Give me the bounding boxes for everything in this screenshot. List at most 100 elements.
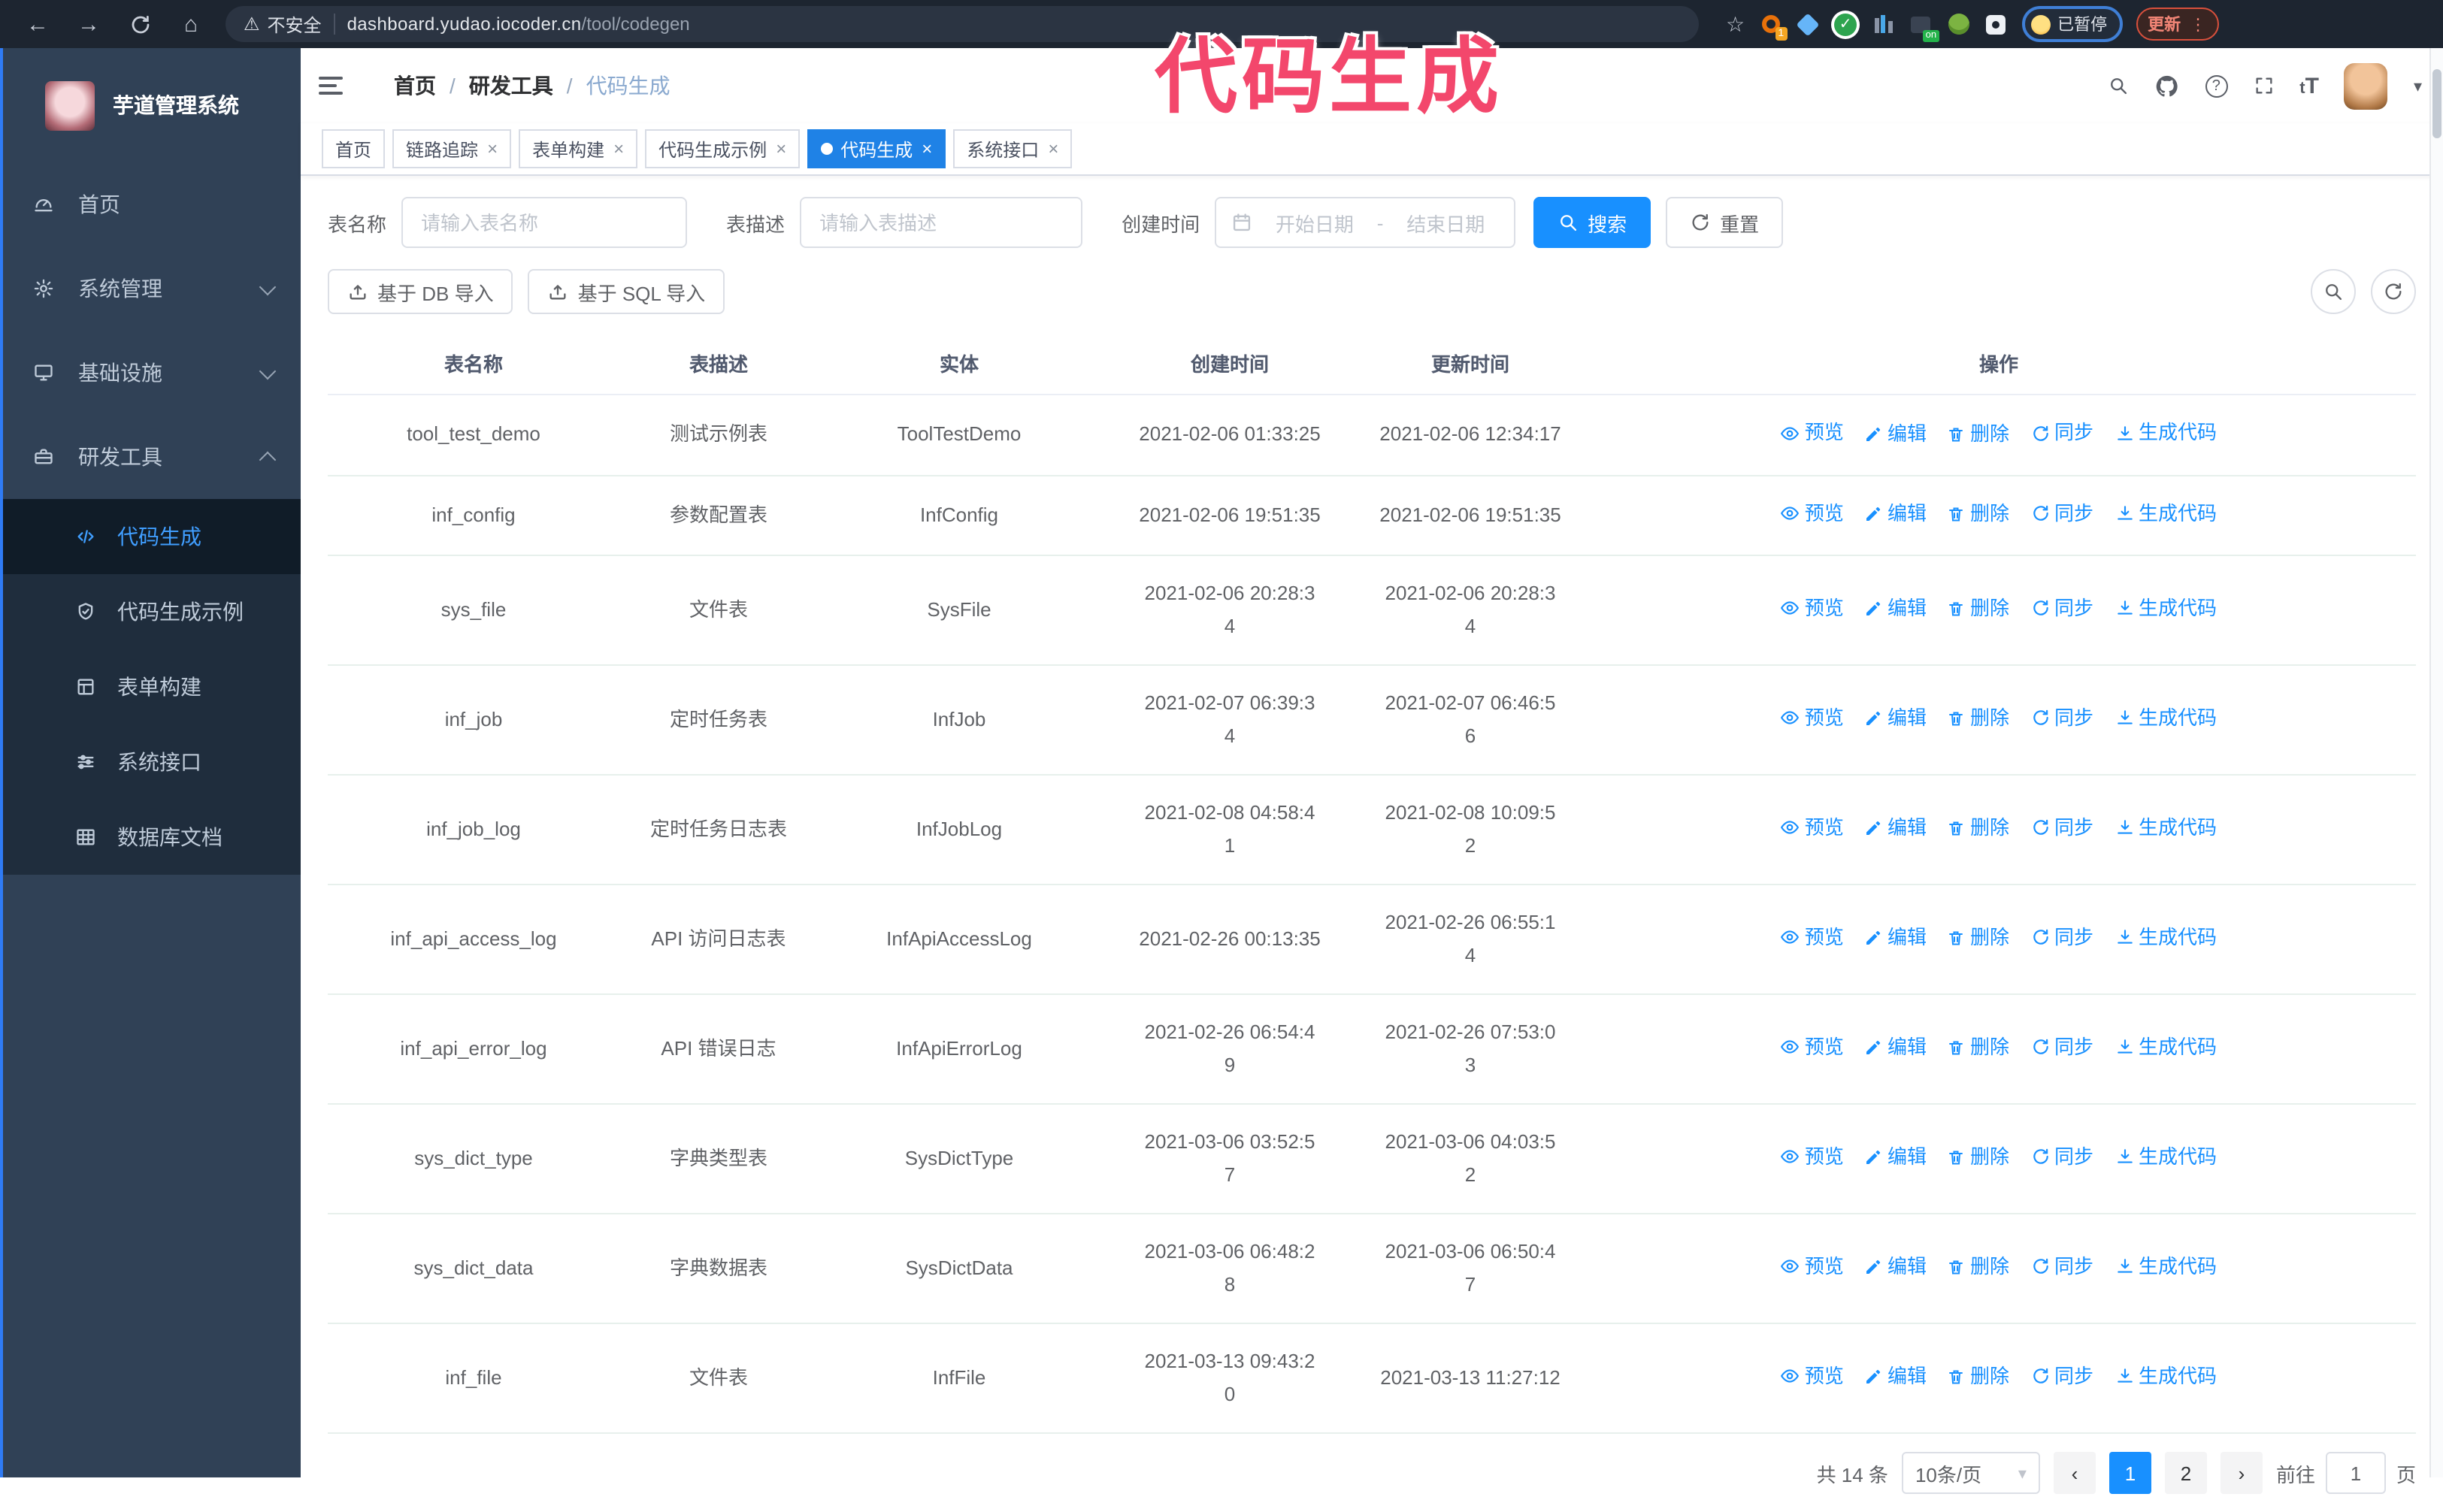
extension-orange-icon[interactable]: 1 (1758, 12, 1788, 41)
extensions-puzzle-icon[interactable] (1984, 12, 2008, 36)
preview-link[interactable]: 预览 (1781, 497, 1844, 530)
preview-link[interactable]: 预览 (1781, 921, 1844, 954)
delete-link[interactable]: 删除 (1948, 812, 2009, 845)
avatar[interactable] (2344, 62, 2388, 109)
browser-menu-icon[interactable]: ⋮ (2190, 14, 2206, 34)
generate-link[interactable]: 生成代码 (2115, 702, 2217, 735)
start-date-placeholder[interactable]: 开始日期 (1261, 208, 1368, 237)
fullscreen-icon[interactable] (2253, 75, 2274, 96)
close-icon[interactable]: × (922, 138, 932, 159)
preview-link[interactable]: 预览 (1781, 1031, 1844, 1064)
sync-link[interactable]: 同步 (2030, 1360, 2093, 1393)
extension-monkey-icon[interactable] (1946, 12, 1970, 36)
generate-link[interactable]: 生成代码 (2115, 497, 2217, 530)
reset-button[interactable]: 重置 (1666, 197, 1784, 248)
sidebar-subitem-3[interactable]: 系统接口 (0, 724, 301, 800)
breadcrumb-dev-tools[interactable]: 研发工具 (469, 71, 553, 101)
preview-link[interactable]: 预览 (1781, 592, 1844, 625)
search-icon[interactable] (2107, 75, 2128, 96)
not-secure-warning[interactable]: ⚠ 不安全 (244, 11, 322, 37)
browser-reload-icon[interactable] (117, 5, 162, 44)
edit-link[interactable]: 编辑 (1865, 922, 1927, 955)
edit-link[interactable]: 编辑 (1865, 1032, 1927, 1065)
window-scrollbar[interactable] (2429, 48, 2443, 1477)
delete-link[interactable]: 删除 (1948, 417, 2009, 450)
tab-5[interactable]: 系统接口 × (953, 129, 1073, 168)
prev-page-button[interactable]: ‹ (2053, 1452, 2096, 1494)
sync-link[interactable]: 同步 (2030, 702, 2093, 735)
edit-link[interactable]: 编辑 (1865, 812, 1927, 845)
preview-link[interactable]: 预览 (1781, 416, 1844, 449)
sync-link[interactable]: 同步 (2030, 921, 2093, 954)
browser-home-icon[interactable]: ⌂ (168, 5, 213, 44)
goto-page-input[interactable] (2325, 1452, 2386, 1494)
sync-link[interactable]: 同步 (2030, 1250, 2093, 1284)
sidebar-subitem-0[interactable]: 代码生成 (0, 499, 301, 574)
delete-link[interactable]: 删除 (1948, 922, 2009, 955)
logo-row[interactable]: 芋道管理系统 (0, 48, 301, 162)
delete-link[interactable]: 删除 (1948, 1251, 2009, 1284)
delete-link[interactable]: 删除 (1948, 703, 2009, 736)
edit-link[interactable]: 编辑 (1865, 703, 1927, 736)
preview-link[interactable]: 预览 (1781, 1141, 1844, 1174)
hamburger-icon[interactable] (319, 60, 370, 111)
search-button[interactable]: 搜索 (1533, 197, 1651, 248)
close-icon[interactable]: × (613, 138, 624, 159)
preview-link[interactable]: 预览 (1781, 812, 1844, 845)
close-icon[interactable]: × (487, 138, 498, 159)
breadcrumb-home[interactable]: 首页 (394, 71, 436, 101)
import-sql-button[interactable]: 基于 SQL 导入 (528, 269, 725, 314)
sync-link[interactable]: 同步 (2030, 1141, 2093, 1174)
generate-link[interactable]: 生成代码 (2115, 416, 2217, 449)
preview-link[interactable]: 预览 (1781, 1250, 1844, 1284)
sidebar-item-2[interactable]: 基础设施 (0, 331, 301, 415)
refresh-table-button[interactable] (2371, 269, 2416, 314)
edit-link[interactable]: 编辑 (1865, 417, 1927, 450)
extension-columns-icon[interactable] (1871, 12, 1895, 36)
generate-link[interactable]: 生成代码 (2115, 1141, 2217, 1174)
preview-link[interactable]: 预览 (1781, 1360, 1844, 1393)
page-size-select[interactable]: 10条/页 ▾ (1901, 1452, 2040, 1494)
paused-badge[interactable]: 已暂停 (2021, 6, 2123, 42)
table-desc-input[interactable] (800, 197, 1083, 248)
sidebar-subitem-4[interactable]: 数据库文档 (0, 800, 301, 875)
close-icon[interactable]: × (1048, 138, 1058, 159)
edit-link[interactable]: 编辑 (1865, 1251, 1927, 1284)
page-button-2[interactable]: 2 (2164, 1452, 2207, 1494)
delete-link[interactable]: 删除 (1948, 593, 2009, 626)
generate-link[interactable]: 生成代码 (2115, 1250, 2217, 1284)
tab-4[interactable]: 代码生成 × (807, 129, 946, 168)
sidebar-item-3[interactable]: 研发工具 (0, 415, 301, 499)
tab-1[interactable]: 链路追踪 × (392, 129, 512, 168)
extension-onbox-icon[interactable]: on (1909, 12, 1939, 42)
tab-0[interactable]: 首页 (322, 129, 386, 168)
sidebar-item-1[interactable]: 系统管理 (0, 246, 301, 331)
edit-link[interactable]: 编辑 (1865, 1361, 1927, 1394)
generate-link[interactable]: 生成代码 (2115, 812, 2217, 845)
sync-link[interactable]: 同步 (2030, 497, 2093, 530)
table-name-input[interactable] (401, 197, 688, 248)
delete-link[interactable]: 删除 (1948, 1142, 2009, 1175)
tab-3[interactable]: 代码生成示例 × (645, 129, 801, 168)
generate-link[interactable]: 生成代码 (2115, 1031, 2217, 1064)
generate-link[interactable]: 生成代码 (2115, 592, 2217, 625)
toggle-search-button[interactable] (2311, 269, 2356, 314)
sync-link[interactable]: 同步 (2030, 1031, 2093, 1064)
help-icon[interactable]: ? (2205, 74, 2228, 97)
sidebar-subitem-2[interactable]: 表单构建 (0, 649, 301, 724)
next-page-button[interactable]: › (2220, 1452, 2263, 1494)
end-date-placeholder[interactable]: 结束日期 (1392, 208, 1499, 237)
generate-link[interactable]: 生成代码 (2115, 921, 2217, 954)
update-button[interactable]: 更新 ⋮ (2136, 8, 2219, 41)
address-bar[interactable]: ⚠ 不安全 dashboard.yudao.iocoder.cn/tool/cod… (226, 6, 1699, 42)
browser-back-icon[interactable]: ← (15, 5, 60, 44)
sync-link[interactable]: 同步 (2030, 592, 2093, 625)
sync-link[interactable]: 同步 (2030, 416, 2093, 449)
extension-check-icon[interactable]: ✓ (1833, 12, 1857, 36)
edit-link[interactable]: 编辑 (1865, 593, 1927, 626)
bookmark-star-icon[interactable]: ☆ (1726, 11, 1745, 37)
extension-gem-icon[interactable] (1796, 12, 1820, 36)
delete-link[interactable]: 删除 (1948, 497, 2009, 531)
browser-forward-icon[interactable]: → (66, 5, 111, 44)
github-icon[interactable] (2154, 73, 2179, 98)
